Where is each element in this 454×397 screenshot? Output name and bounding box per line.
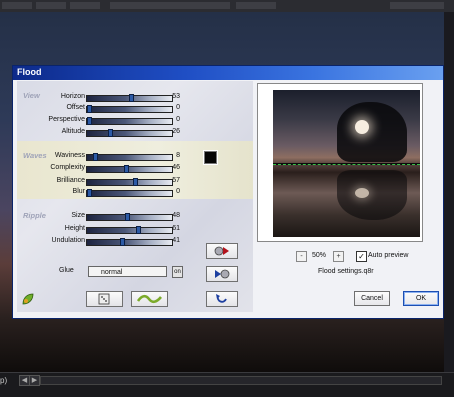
slider-track-blur[interactable] [86, 189, 173, 197]
dice-icon [87, 292, 122, 306]
slider-value-undulation[interactable]: 41 [162, 237, 180, 244]
cancel-button[interactable]: Cancel [354, 291, 390, 306]
preset-forward-icon [207, 244, 237, 258]
preview-sun-reflection [355, 188, 369, 198]
slider-value-offset[interactable]: 0 [162, 104, 180, 111]
slider-track-perspective[interactable] [86, 117, 173, 125]
preset-back-icon [207, 267, 237, 281]
slider-track-undulation[interactable] [86, 238, 173, 246]
preview-sun [355, 120, 369, 134]
auto-preview-label: Auto preview [368, 252, 409, 259]
slider-value-size[interactable]: 48 [162, 212, 180, 219]
slider-value-horizon[interactable]: 53 [162, 93, 180, 100]
slider-label-offset: Offset [66, 104, 85, 111]
reset-icon [207, 292, 237, 306]
slider-track-altitude[interactable] [86, 129, 173, 137]
slider-thumb-undulation[interactable] [120, 238, 125, 246]
slider-thumb-blur[interactable] [87, 189, 92, 197]
glue-select[interactable]: normal [88, 266, 167, 277]
zoom-in-button[interactable]: + [333, 251, 344, 262]
slider-label-complexity: Complexity [50, 164, 85, 171]
slider-value-height[interactable]: 61 [162, 225, 180, 232]
slider-thumb-size[interactable] [125, 213, 130, 221]
ok-button[interactable]: OK [403, 291, 439, 306]
slider-value-brilliance[interactable]: 57 [162, 177, 180, 184]
preview-image[interactable] [273, 90, 420, 237]
slider-label-altitude: Altitude [61, 128, 85, 135]
wave-button[interactable] [131, 291, 168, 307]
glue-toggle-button[interactable]: on [172, 266, 183, 278]
slider-thumb-offset[interactable] [87, 105, 92, 113]
slider-track-horizon[interactable] [86, 94, 173, 102]
slider-thumb-height[interactable] [136, 226, 141, 234]
slider-track-offset[interactable] [86, 105, 173, 113]
settings-filename: Flood settings.q8r [318, 268, 374, 275]
dialog-title-bar[interactable]: Flood [13, 66, 443, 80]
slider-thumb-complexity[interactable] [124, 165, 129, 173]
host-status-text: p) [0, 376, 8, 385]
scroll-right-icon[interactable]: ▶ [29, 375, 40, 386]
wave-icon [132, 292, 167, 306]
leaf-icon [20, 292, 36, 306]
preset-forward-button[interactable] [206, 243, 238, 259]
host-side-panel [444, 12, 454, 372]
slider-label-perspective: Perspective [48, 116, 85, 123]
leaf-button[interactable] [20, 292, 36, 306]
slider-label-size: Size [71, 212, 85, 219]
slider-track-brilliance[interactable] [86, 178, 173, 186]
slider-thumb-brilliance[interactable] [133, 178, 138, 186]
slider-value-waviness[interactable]: 8 [162, 152, 180, 159]
dialog-title: Flood [17, 67, 42, 77]
random-button[interactable] [86, 291, 123, 307]
slider-value-perspective[interactable]: 0 [162, 116, 180, 123]
slider-label-height: Height [64, 225, 85, 232]
host-horizontal-scrollbar[interactable] [40, 376, 442, 385]
reset-button[interactable] [206, 291, 238, 307]
slider-thumb-perspective[interactable] [87, 117, 92, 125]
preview-tree-reflection [337, 170, 407, 220]
slider-value-altitude[interactable]: 26 [162, 128, 180, 135]
horizon-guide-line[interactable] [273, 164, 420, 166]
preset-back-button[interactable] [206, 266, 238, 282]
slider-track-complexity[interactable] [86, 165, 173, 173]
slider-thumb-altitude[interactable] [108, 129, 113, 137]
slider-track-height[interactable] [86, 226, 173, 234]
slider-track-waviness[interactable] [86, 153, 173, 161]
slider-label-undulation: Undulation [51, 237, 85, 244]
slider-thumb-horizon[interactable] [129, 94, 134, 102]
slider-value-blur[interactable]: 0 [162, 188, 180, 195]
slider-value-complexity[interactable]: 46 [162, 164, 180, 171]
slider-thumb-waviness[interactable] [93, 153, 98, 161]
auto-preview-checkbox[interactable]: ✓ [356, 251, 367, 262]
wave-color-swatch[interactable] [203, 150, 218, 165]
slider-label-brilliance: Brilliance [56, 177, 85, 184]
zoom-out-button[interactable]: - [296, 251, 307, 262]
glue-label: Glue [59, 267, 74, 274]
slider-track-size[interactable] [86, 213, 173, 221]
slider-label-blur: Blur [72, 188, 85, 195]
slider-label-horizon: Horizon [60, 93, 85, 100]
slider-label-waviness: Waviness [54, 152, 85, 159]
zoom-level: 50% [312, 252, 327, 259]
preview-tree-silhouette [337, 102, 407, 162]
